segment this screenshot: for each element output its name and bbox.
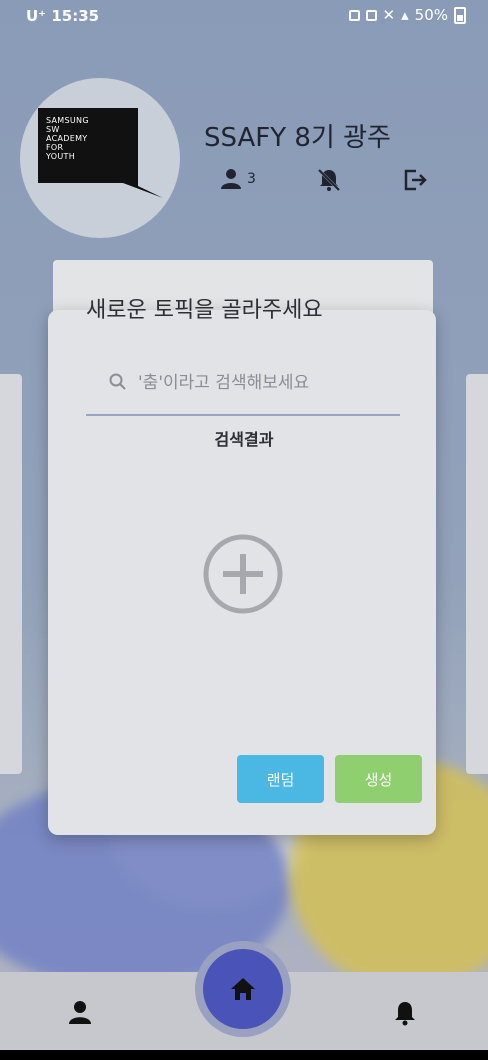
status-bar: U⁺ 15:35 ✕ ▴ 50% [0,0,488,32]
mute-icon: ✕ [382,6,396,24]
person-icon [221,169,241,189]
notification-icon [348,9,360,21]
signal-icon: ▴ [401,6,409,24]
logo-ramp [123,108,163,198]
create-button[interactable]: 생성 [335,755,422,803]
status-right: ✕ ▴ 50% [348,6,466,24]
results-label: 검색결과 [214,430,274,449]
system-nav-bar [0,1050,488,1060]
battery-level: 50% [414,6,448,24]
random-button[interactable]: 랜덤 [237,755,324,803]
search-icon [109,373,126,390]
status-left: U⁺ 15:35 [26,7,99,25]
nav-bell-icon[interactable] [393,1000,417,1026]
home-icon [231,978,255,1000]
alarm-icon [365,9,377,21]
status-time: 15:35 [51,7,100,25]
search-field[interactable] [86,358,400,416]
group-name: SSAFY 8기 광주 [204,123,391,153]
member-count-value: 3 [247,171,256,187]
battery-icon [454,6,466,24]
bell-off-icon[interactable] [316,167,342,193]
add-circle-icon[interactable] [202,533,284,615]
modal-title: 새로운 토픽을 골라주세요 [86,298,323,323]
nav-profile-icon[interactable] [69,1000,91,1024]
exit-icon[interactable] [402,167,428,193]
member-count[interactable]: 3 [219,168,256,190]
search-input[interactable] [136,364,400,402]
carrier-label: U⁺ [26,7,47,25]
home-button[interactable] [203,949,283,1029]
